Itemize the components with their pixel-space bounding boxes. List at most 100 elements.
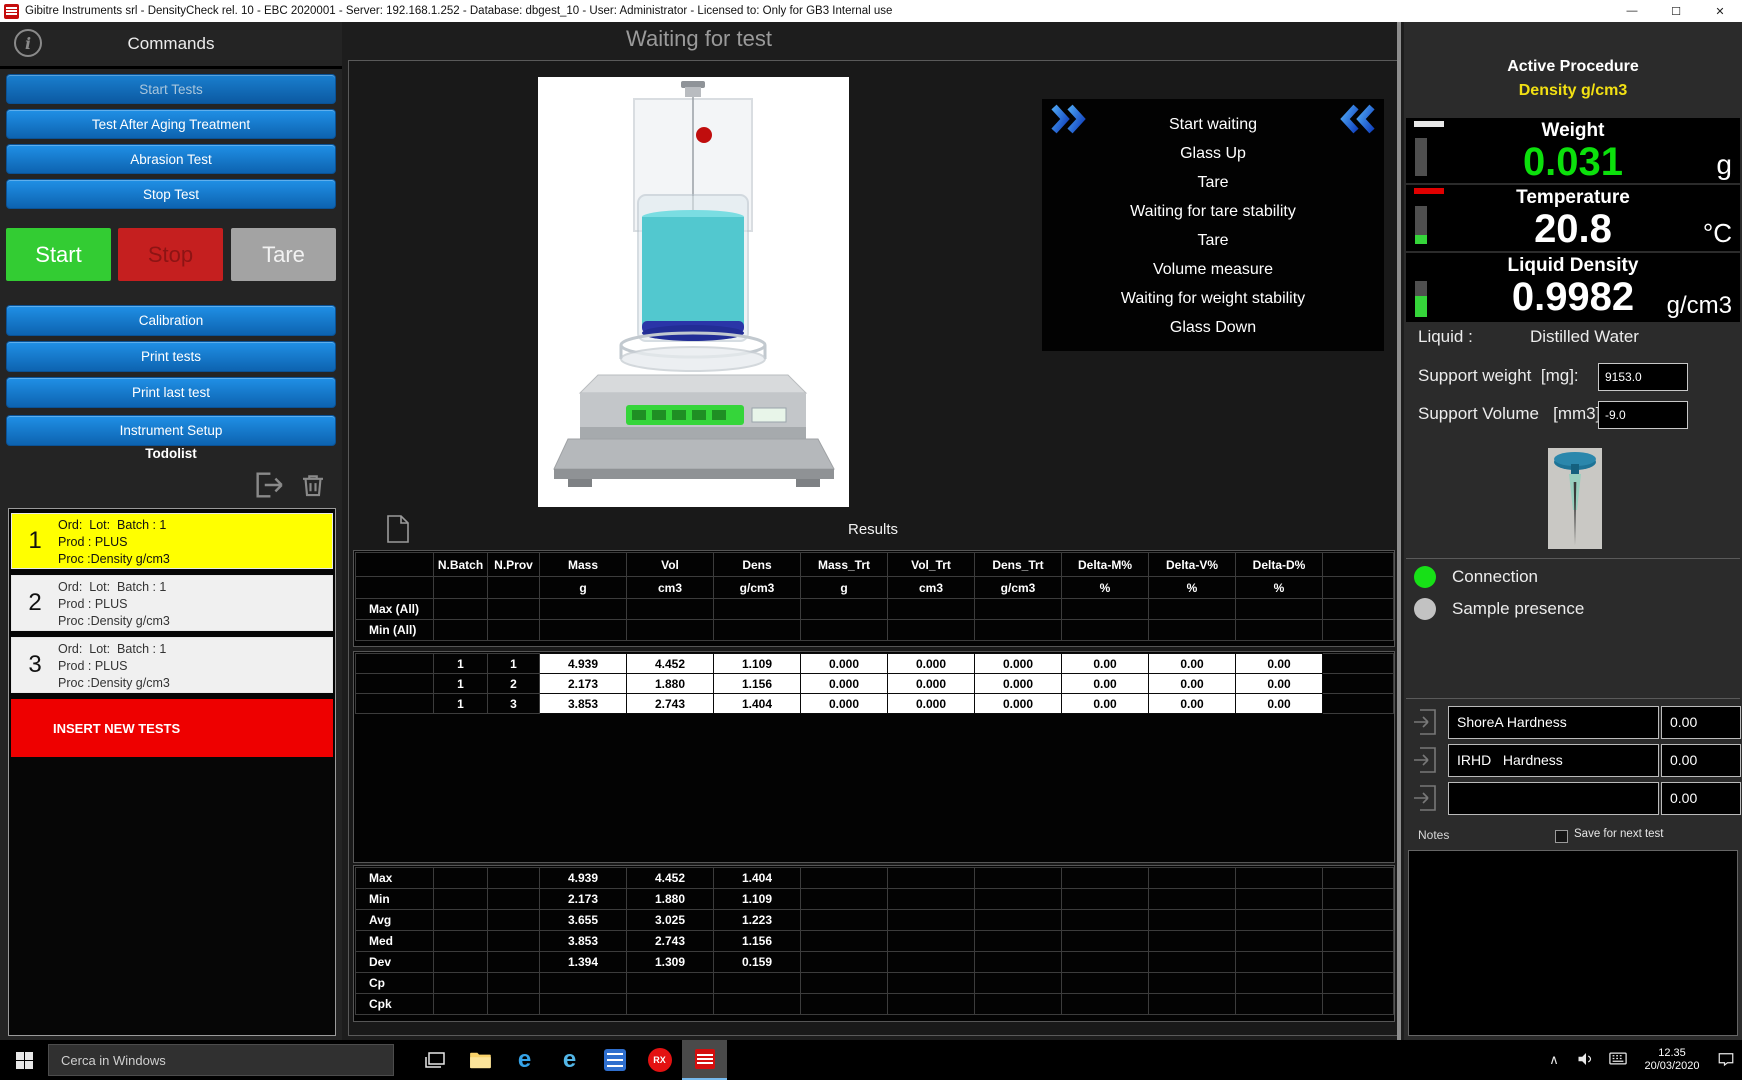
import-value-icon[interactable]	[1412, 745, 1438, 775]
speaker-icon[interactable]	[1570, 1051, 1602, 1070]
command-button[interactable]: Abrasion Test	[6, 144, 336, 174]
tool-button[interactable]: Print last test	[6, 377, 336, 408]
table-cell: 0.00	[1149, 654, 1236, 674]
start-button[interactable]: Start	[6, 228, 111, 281]
data-row[interactable]: 114.9394.4521.1090.0000.0000.0000.000.00…	[356, 654, 1394, 674]
import-value-icon[interactable]	[1412, 707, 1438, 737]
tool-button[interactable]: Instrument Setup	[6, 415, 336, 446]
results-stats-table: Max4.9394.4521.404Min2.1731.8801.109Avg3…	[355, 867, 1394, 1015]
todo-item-number: 2	[12, 576, 58, 630]
hardness-row: IRHD Hardness0.00	[1412, 744, 1740, 777]
table-cell: Mass_Trt	[801, 553, 888, 577]
insert-new-tests-button[interactable]: INSERT NEW TESTS	[11, 699, 333, 757]
data-row[interactable]: 133.8532.7431.4040.0000.0000.0000.000.00…	[356, 694, 1394, 714]
main-panel: Start waitingGlass UpTareWaiting for tar…	[348, 60, 1398, 1036]
table-cell: 1.109	[714, 889, 801, 910]
table-cell	[975, 868, 1062, 889]
tool-button-group: Calibration Print tests Print last test Ins…	[6, 305, 336, 451]
todo-item[interactable]: 1Ord: Lot: Batch : 1Prod : PLUSProc :Den…	[11, 513, 333, 569]
liquid-density-unit: g/cm3	[1667, 292, 1732, 320]
close-button[interactable]: ✕	[1698, 0, 1742, 22]
file-explorer-icon[interactable]	[457, 1040, 502, 1080]
hardness-value-field[interactable]: 0.00	[1661, 782, 1741, 815]
connection-label: Connection	[1452, 567, 1538, 587]
table-cell	[801, 952, 888, 973]
hardness-value-field[interactable]: 0.00	[1661, 744, 1741, 777]
table-cell: Med	[356, 931, 434, 952]
table-cell: 1.880	[627, 674, 714, 694]
liquid-density-label: Liquid Density	[1406, 255, 1740, 277]
data-row[interactable]: 122.1731.8801.1560.0000.0000.0000.000.00…	[356, 674, 1394, 694]
stop-button[interactable]: Stop	[118, 228, 223, 281]
table-cell: %	[1149, 577, 1236, 599]
maximize-button[interactable]: ☐	[1654, 0, 1698, 22]
chevron-left-icon[interactable]	[1336, 104, 1376, 134]
table-cell	[1062, 599, 1149, 620]
table-cell: 0.00	[1149, 694, 1236, 714]
tare-button[interactable]: Tare	[231, 228, 336, 281]
table-cell	[356, 553, 434, 577]
table-cell: 1.394	[540, 952, 627, 973]
todo-item[interactable]: 3Ord: Lot: Batch : 1Prod : PLUSProc :Den…	[11, 637, 333, 693]
table-cell	[1062, 620, 1149, 641]
table-cell	[434, 931, 488, 952]
minimize-button[interactable]: —	[1610, 0, 1654, 22]
save-for-next-test-checkbox[interactable]	[1555, 830, 1568, 843]
command-button[interactable]: Stop Test	[6, 179, 336, 209]
chevron-right-icon[interactable]	[1050, 104, 1090, 134]
notes-textarea[interactable]	[1408, 850, 1738, 1036]
table-cell	[1323, 620, 1394, 641]
procedure-step: Start waiting	[1042, 110, 1384, 139]
taskbar-search-input[interactable]	[48, 1044, 394, 1076]
document-app-icon[interactable]	[592, 1040, 637, 1080]
gibitre-logo-icon	[695, 1049, 715, 1069]
export-test-icon[interactable]	[252, 468, 286, 502]
table-cell	[888, 952, 975, 973]
taskbar-clock[interactable]: 12.35 20/03/2020	[1634, 1047, 1710, 1073]
results-units-row: gcm3g/cm3gcm3g/cm3%%%	[356, 577, 1394, 599]
hardness-label-field[interactable]: ShoreA Hardness	[1448, 706, 1659, 739]
hardness-label-field[interactable]: IRHD Hardness	[1448, 744, 1659, 777]
table-cell	[1149, 994, 1236, 1015]
trash-icon[interactable]	[298, 468, 328, 502]
start-menu-button[interactable]	[0, 1040, 48, 1080]
support-weight-input[interactable]	[1598, 363, 1688, 391]
table-cell	[434, 994, 488, 1015]
table-cell: Min	[356, 889, 434, 910]
table-cell	[1062, 973, 1149, 994]
table-cell	[356, 674, 434, 694]
table-cell	[888, 973, 975, 994]
touch-keyboard-icon[interactable]	[1602, 1052, 1634, 1068]
results-data-box: 114.9394.4521.1090.0000.0000.0000.000.00…	[353, 651, 1395, 863]
table-cell	[888, 931, 975, 952]
table-cell	[488, 952, 540, 973]
table-cell	[888, 889, 975, 910]
weight-label: Weight	[1406, 120, 1740, 142]
support-volume-input[interactable]	[1598, 401, 1688, 429]
todo-item[interactable]: 2Ord: Lot: Batch : 1Prod : PLUSProc :Den…	[11, 575, 333, 631]
internet-explorer-icon[interactable]: e	[547, 1040, 592, 1080]
hardness-label-field[interactable]	[1448, 782, 1659, 815]
command-button[interactable]: Start Tests	[6, 74, 336, 104]
import-value-icon[interactable]	[1412, 783, 1438, 813]
table-cell: 2.173	[540, 889, 627, 910]
tool-button[interactable]: Print tests	[6, 341, 336, 372]
table-cell: 2.743	[627, 694, 714, 714]
hardness-value-field[interactable]: 0.00	[1661, 706, 1741, 739]
table-cell	[1062, 889, 1149, 910]
tray-chevron-icon[interactable]: ∧	[1538, 1052, 1570, 1068]
results-column-header-row: N.BatchN.ProvMassVolDensMass_TrtVol_TrtD…	[356, 553, 1394, 577]
table-cell	[1323, 994, 1394, 1015]
command-button[interactable]: Test After Aging Treatment	[6, 109, 336, 139]
table-cell	[1062, 910, 1149, 931]
action-center-icon[interactable]	[1710, 1051, 1742, 1070]
table-cell	[488, 889, 540, 910]
stats-row: Cp	[356, 973, 1394, 994]
table-cell	[1149, 952, 1236, 973]
densitycheck-taskbar-icon[interactable]	[682, 1040, 727, 1080]
rx-app-icon[interactable]: RX	[637, 1040, 682, 1080]
tool-button[interactable]: Calibration	[6, 305, 336, 336]
task-view-icon[interactable]	[412, 1040, 457, 1080]
edge-browser-icon[interactable]: e	[502, 1040, 547, 1080]
panel-divider[interactable]	[1397, 22, 1401, 1040]
